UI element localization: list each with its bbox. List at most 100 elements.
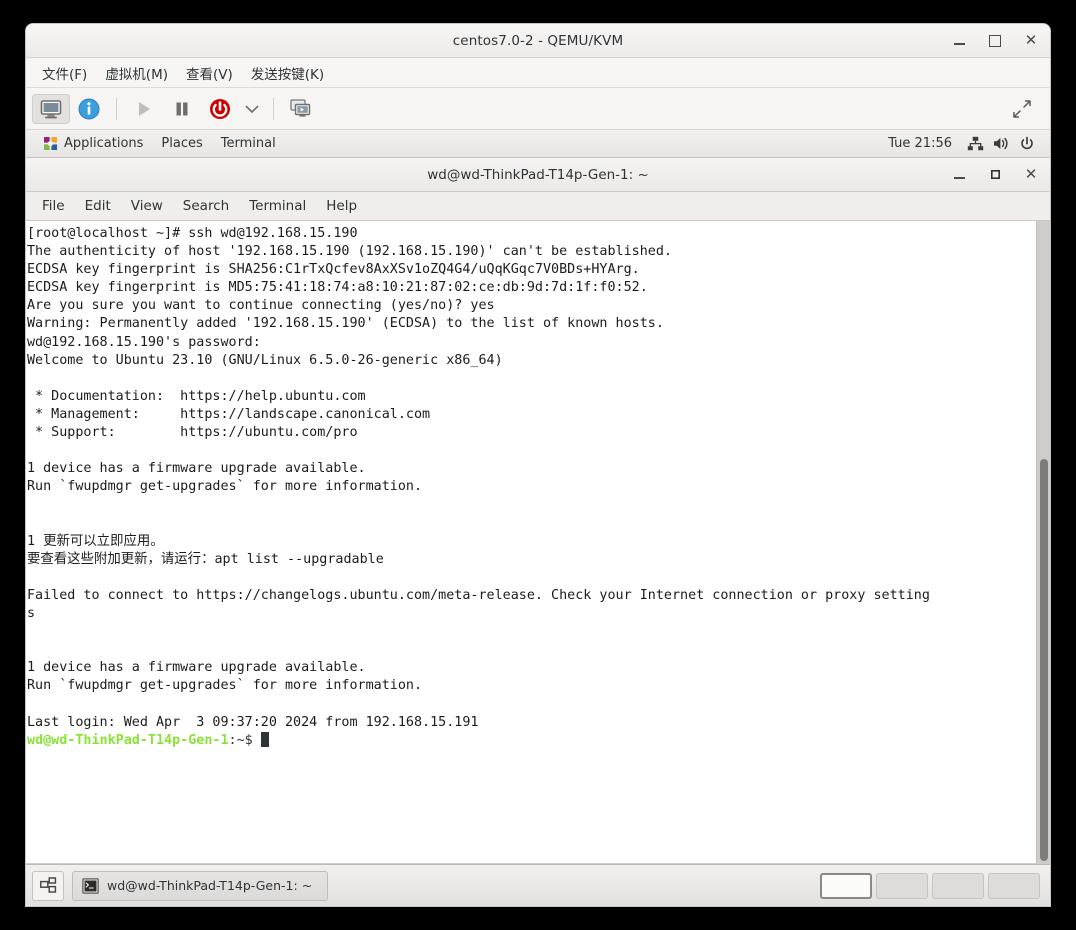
- system-power-icon[interactable]: [1016, 133, 1038, 155]
- terminal-line: 1 device has a firmware upgrade availabl…: [27, 461, 366, 477]
- terminal-prompt-path: :~$: [228, 732, 261, 748]
- panel-status-area: Tue 21:56: [880, 133, 1042, 155]
- workspace-switcher: [820, 872, 1044, 899]
- vm-menubar: 文件(F) 虚拟机(M) 查看(V) 发送按键(K): [26, 58, 1050, 88]
- shutdown-menu-button[interactable]: [239, 94, 265, 124]
- menu-view[interactable]: 查看(V): [178, 59, 241, 87]
- terminal-scrollbar[interactable]: [1036, 221, 1050, 863]
- network-icon[interactable]: [964, 133, 986, 155]
- terminal-icon: [82, 877, 99, 894]
- vm-window-controls: ✕: [950, 24, 1040, 57]
- terminal-line: * Support: https://ubuntu.com/pro: [27, 425, 358, 441]
- guest-desktop: Applications Places Terminal Tue 21:56 w…: [26, 130, 1050, 906]
- terminal-line: ECDSA key fingerprint is MD5:75:41:18:74…: [27, 280, 648, 296]
- terminal-prompt-line: wd@wd-ThinkPad-T14p-Gen-1:~$: [27, 731, 1036, 750]
- shutdown-button[interactable]: [201, 94, 239, 124]
- terminal-body[interactable]: [root@localhost ~]# ssh wd@192.168.15.19…: [26, 221, 1050, 863]
- pause-button[interactable]: [163, 94, 201, 124]
- vm-maximize-button[interactable]: [986, 32, 1004, 50]
- terminal-line: Welcome to Ubuntu 23.10 (GNU/Linux 6.5.0…: [27, 352, 503, 368]
- terminal-line: The authenticity of host '192.168.15.190…: [27, 244, 672, 260]
- terminal-line: [root@localhost ~]# ssh wd@192.168.15.19…: [27, 226, 358, 241]
- terminal-line: Failed to connect to https://changelogs.…: [27, 587, 930, 603]
- terminal-window-title: wd@wd-ThinkPad-T14p-Gen-1: ~: [427, 166, 649, 183]
- chevron-down-icon: [245, 104, 259, 114]
- terminal-menu-file[interactable]: File: [32, 194, 75, 218]
- power-icon: [209, 98, 231, 120]
- pause-icon: [172, 99, 192, 119]
- terminal-line: 1 device has a firmware upgrade availabl…: [27, 660, 366, 676]
- terminal-line: Last login: Wed Apr 3 09:37:20 2024 from…: [27, 714, 479, 730]
- vm-close-button[interactable]: ✕: [1022, 32, 1040, 50]
- fullscreen-arrows-icon: [1011, 98, 1033, 120]
- show-desktop-icon: [39, 877, 57, 894]
- vm-details-button[interactable]: [70, 94, 108, 124]
- terminal-menu-edit[interactable]: Edit: [75, 194, 121, 218]
- centos-logo-icon: [43, 136, 58, 151]
- terminal-line: Run `fwupdmgr get-upgrades` for more inf…: [27, 479, 423, 495]
- terminal-scrollbar-thumb[interactable]: [1040, 459, 1048, 861]
- workspace-1[interactable]: [820, 872, 872, 899]
- workspace-4[interactable]: [988, 872, 1040, 899]
- workspace-3[interactable]: [932, 872, 984, 899]
- show-desktop-button[interactable]: [32, 870, 64, 901]
- workspace-2[interactable]: [876, 872, 928, 899]
- menu-file[interactable]: 文件(F): [34, 59, 95, 87]
- terminal-menubar: File Edit View Search Terminal Help: [26, 192, 1050, 221]
- toolbar-separator-1: [116, 97, 117, 120]
- panel-terminal-label: Terminal: [220, 136, 276, 151]
- terminal-close-button[interactable]: ✕: [1022, 166, 1040, 184]
- virt-manager-window: centos7.0-2 - QEMU/KVM ✕ 文件(F) 虚拟机(M) 查看…: [26, 24, 1050, 906]
- panel-clock[interactable]: Tue 21:56: [880, 133, 960, 154]
- terminal-minimize-button[interactable]: [950, 166, 968, 184]
- info-icon: [78, 98, 100, 120]
- gnome-bottom-panel: wd@wd-ThinkPad-T14p-Gen-1: ~: [26, 864, 1050, 906]
- vm-titlebar: centos7.0-2 - QEMU/KVM ✕: [26, 24, 1050, 58]
- taskbar-window-button[interactable]: wd@wd-ThinkPad-T14p-Gen-1: ~: [72, 870, 328, 901]
- panel-places-menu[interactable]: Places: [152, 133, 211, 154]
- snapshots-button[interactable]: [282, 94, 320, 124]
- terminal-prompt-userhost: wd@wd-ThinkPad-T14p-Gen-1: [27, 732, 229, 748]
- volume-icon[interactable]: [990, 133, 1012, 155]
- terminal-output[interactable]: [root@localhost ~]# ssh wd@192.168.15.19…: [26, 221, 1036, 863]
- monitor-icon: [40, 99, 62, 119]
- terminal-menu-terminal[interactable]: Terminal: [239, 194, 316, 218]
- play-icon: [134, 99, 154, 119]
- terminal-line: * Documentation: https://help.ubuntu.com: [27, 388, 366, 404]
- terminal-maximize-button[interactable]: [986, 166, 1004, 184]
- vm-minimize-button[interactable]: [950, 32, 968, 50]
- menu-send-key[interactable]: 发送按键(K): [243, 59, 332, 87]
- taskbar-window-label: wd@wd-ThinkPad-T14p-Gen-1: ~: [107, 878, 313, 893]
- terminal-menu-help[interactable]: Help: [316, 194, 367, 218]
- panel-terminal-menu[interactable]: Terminal: [212, 133, 285, 154]
- terminal-titlebar: wd@wd-ThinkPad-T14p-Gen-1: ~ ✕: [26, 158, 1050, 192]
- panel-places-label: Places: [161, 136, 203, 151]
- snapshot-icon: [289, 98, 313, 120]
- terminal-line: 1 更新可以立即应用。: [27, 533, 164, 549]
- terminal-line: Are you sure you want to continue connec…: [27, 298, 495, 314]
- gnome-terminal-window: wd@wd-ThinkPad-T14p-Gen-1: ~ ✕ File Edit…: [26, 158, 1050, 864]
- terminal-window-controls: ✕: [950, 158, 1040, 191]
- terminal-menu-view[interactable]: View: [121, 194, 173, 218]
- fullscreen-button[interactable]: [1008, 95, 1036, 123]
- vm-toolbar: [26, 88, 1050, 130]
- console-view-button[interactable]: [32, 93, 70, 124]
- gnome-top-panel: Applications Places Terminal Tue 21:56: [26, 130, 1050, 158]
- terminal-line: ECDSA key fingerprint is SHA256:C1rTxQcf…: [27, 262, 640, 278]
- terminal-line: Warning: Permanently added '192.168.15.1…: [27, 316, 664, 332]
- panel-applications-label: Applications: [64, 136, 144, 151]
- run-button[interactable]: [125, 94, 163, 124]
- terminal-line: wd@192.168.15.190's password:: [27, 334, 261, 350]
- terminal-menu-search[interactable]: Search: [173, 194, 239, 218]
- panel-applications-menu[interactable]: Applications: [34, 133, 152, 154]
- menu-virtual-machine[interactable]: 虚拟机(M): [97, 59, 176, 87]
- terminal-line: Run `fwupdmgr get-upgrades` for more inf…: [27, 678, 423, 694]
